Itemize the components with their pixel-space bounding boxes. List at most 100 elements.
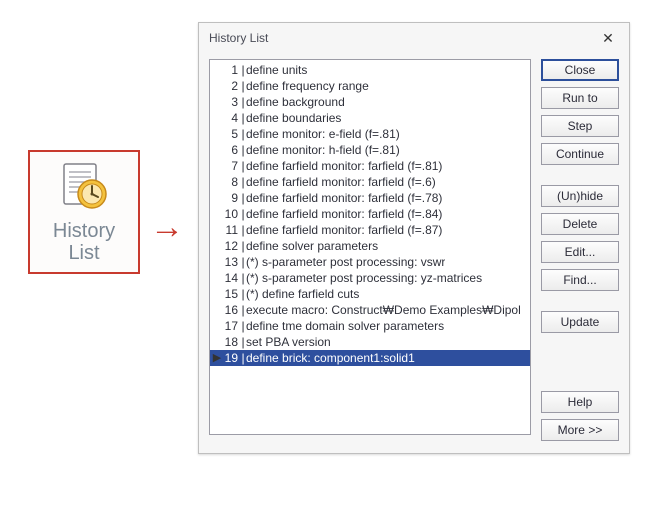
row-text: define background xyxy=(246,94,345,110)
row-marker-icon xyxy=(212,174,222,190)
row-text: (*) define farfield cuts xyxy=(246,286,359,302)
row-number: 11 xyxy=(222,222,240,238)
row-number: 10 xyxy=(222,206,240,222)
row-marker-icon xyxy=(212,254,222,270)
row-text: define brick: component1:solid1 xyxy=(246,350,415,366)
edit-button[interactable]: Edit... xyxy=(541,241,619,263)
button-spacer xyxy=(541,171,619,179)
history-list-row[interactable]: 17| define tme domain solver parameters xyxy=(210,318,530,334)
row-text: (*) s-parameter post processing: vswr xyxy=(246,254,445,270)
row-number: 9 xyxy=(222,190,240,206)
dialog-button-column: Close Run to Step Continue (Un)hide Dele… xyxy=(541,59,619,441)
unhide-button[interactable]: (Un)hide xyxy=(541,185,619,207)
ribbon-label-line1: History xyxy=(34,220,134,242)
ribbon-label-line2: List xyxy=(34,242,134,264)
history-list-icon xyxy=(34,162,134,214)
row-number: 8 xyxy=(222,174,240,190)
row-marker-icon xyxy=(212,206,222,222)
row-marker-icon xyxy=(212,126,222,142)
row-marker-icon xyxy=(212,270,222,286)
history-list-row[interactable]: ▶19| define brick: component1:solid1 xyxy=(210,350,530,366)
dialog-title: History List xyxy=(209,31,593,45)
history-list-row[interactable]: 11| define farfield monitor: farfield (f… xyxy=(210,222,530,238)
row-text: define farfield monitor: farfield (f=.81… xyxy=(246,158,442,174)
row-marker-icon: ▶ xyxy=(212,350,222,366)
history-list-row[interactable]: 5| define monitor: e-field (f=.81) xyxy=(210,126,530,142)
row-number: 12 xyxy=(222,238,240,254)
row-text: define frequency range xyxy=(246,78,369,94)
delete-button[interactable]: Delete xyxy=(541,213,619,235)
history-list-row[interactable]: 18| set PBA version xyxy=(210,334,530,350)
history-list-row[interactable]: 9| define farfield monitor: farfield (f=… xyxy=(210,190,530,206)
row-number: 13 xyxy=(222,254,240,270)
row-text: define farfield monitor: farfield (f=.78… xyxy=(246,190,442,206)
history-list-row[interactable]: 4| define boundaries xyxy=(210,110,530,126)
history-listbox[interactable]: 1| define units2| define frequency range… xyxy=(209,59,531,435)
more-button[interactable]: More >> xyxy=(541,419,619,441)
row-marker-icon xyxy=(212,190,222,206)
dialog-close-button[interactable]: ✕ xyxy=(593,27,623,49)
row-number: 14 xyxy=(222,270,240,286)
row-number: 5 xyxy=(222,126,240,142)
row-number: 17 xyxy=(222,318,240,334)
history-list-row[interactable]: 2| define frequency range xyxy=(210,78,530,94)
row-marker-icon xyxy=(212,78,222,94)
row-text: define farfield monitor: farfield (f=.87… xyxy=(246,222,442,238)
history-list-row[interactable]: 1| define units xyxy=(210,62,530,78)
row-marker-icon xyxy=(212,158,222,174)
row-number: 1 xyxy=(222,62,240,78)
history-list-row[interactable]: 7| define farfield monitor: farfield (f=… xyxy=(210,158,530,174)
find-button[interactable]: Find... xyxy=(541,269,619,291)
help-button[interactable]: Help xyxy=(541,391,619,413)
button-spacer xyxy=(541,297,619,305)
history-list-row[interactable]: 3| define background xyxy=(210,94,530,110)
row-text: define farfield monitor: farfield (f=.84… xyxy=(246,206,442,222)
row-text: define tme domain solver parameters xyxy=(246,318,444,334)
row-number: 18 xyxy=(222,334,240,350)
row-text: define farfield monitor: farfield (f=.6) xyxy=(246,174,436,190)
history-list-row[interactable]: 10| define farfield monitor: farfield (f… xyxy=(210,206,530,222)
close-button[interactable]: Close xyxy=(541,59,619,81)
history-list-dialog: History List ✕ 1| define units2| define … xyxy=(198,22,630,454)
history-list-row[interactable]: 13| (*) s-parameter post processing: vsw… xyxy=(210,254,530,270)
row-marker-icon xyxy=(212,142,222,158)
button-big-spacer xyxy=(541,339,619,385)
row-marker-icon xyxy=(212,334,222,350)
history-list-row[interactable]: 12| define solver parameters xyxy=(210,238,530,254)
history-list-row[interactable]: 15| (*) define farfield cuts xyxy=(210,286,530,302)
row-number: 7 xyxy=(222,158,240,174)
row-marker-icon xyxy=(212,94,222,110)
step-button[interactable]: Step xyxy=(541,115,619,137)
row-marker-icon xyxy=(212,238,222,254)
run-to-button[interactable]: Run to xyxy=(541,87,619,109)
row-marker-icon xyxy=(212,62,222,78)
row-text: (*) s-parameter post processing: yz-matr… xyxy=(246,270,482,286)
row-number: 3 xyxy=(222,94,240,110)
history-list-row[interactable]: 8| define farfield monitor: farfield (f=… xyxy=(210,174,530,190)
row-marker-icon xyxy=(212,286,222,302)
row-text: define monitor: h-field (f=.81) xyxy=(246,142,400,158)
history-list-row[interactable]: 14| (*) s-parameter post processing: yz-… xyxy=(210,270,530,286)
row-text: define units xyxy=(246,62,307,78)
row-marker-icon xyxy=(212,110,222,126)
row-number: 16 xyxy=(222,302,240,318)
row-text: define monitor: e-field (f=.81) xyxy=(246,126,400,142)
row-text: execute macro: Construct₩Demo Examples₩D… xyxy=(246,302,521,318)
dialog-body: 1| define units2| define frequency range… xyxy=(199,53,629,453)
row-number: 19 xyxy=(222,350,240,366)
row-marker-icon xyxy=(212,318,222,334)
dialog-titlebar: History List ✕ xyxy=(199,23,629,53)
arrow-icon: → xyxy=(150,210,184,244)
row-text: define solver parameters xyxy=(246,238,378,254)
row-number: 4 xyxy=(222,110,240,126)
row-number: 15 xyxy=(222,286,240,302)
history-list-row[interactable]: 6| define monitor: h-field (f=.81) xyxy=(210,142,530,158)
update-button[interactable]: Update xyxy=(541,311,619,333)
row-text: set PBA version xyxy=(246,334,331,350)
row-marker-icon xyxy=(212,302,222,318)
continue-button[interactable]: Continue xyxy=(541,143,619,165)
row-marker-icon xyxy=(212,222,222,238)
row-text: define boundaries xyxy=(246,110,341,126)
history-list-row[interactable]: 16| execute macro: Construct₩Demo Exampl… xyxy=(210,302,530,318)
history-list-ribbon-button[interactable]: History List xyxy=(28,150,140,274)
